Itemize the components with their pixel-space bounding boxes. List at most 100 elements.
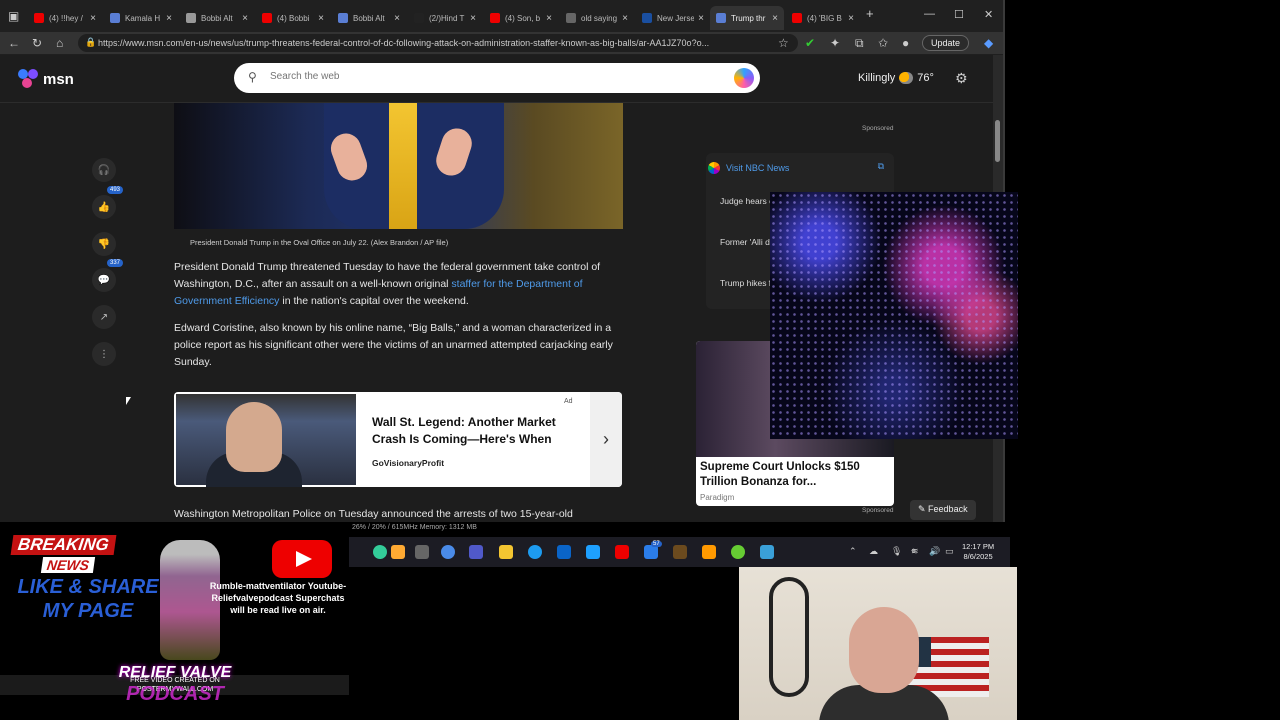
share-button[interactable]: ↗	[92, 305, 116, 329]
weather-widget[interactable]: Killingly 76°	[858, 72, 934, 84]
tab-3[interactable]: Bobbi Alt ×	[180, 6, 254, 30]
split-screen-icon[interactable]: ⧉	[855, 36, 864, 51]
edge-icon[interactable]	[528, 545, 542, 559]
youtube-icon	[34, 13, 44, 23]
sponsored-label-top: Sponsored	[862, 125, 894, 132]
show-hidden-icons-icon[interactable]: ⌃	[849, 546, 857, 557]
site-icon	[566, 13, 576, 23]
search-icon: ⚲	[248, 70, 257, 84]
promo-title[interactable]: Supreme Court Unlocks $150 Trillion Bona…	[700, 460, 894, 490]
extension-check-icon[interactable]: ✔	[805, 36, 815, 50]
messenger-icon[interactable]	[644, 545, 658, 559]
minimize-button[interactable]: —	[924, 8, 935, 20]
tab-5[interactable]: Bobbi Alt ×	[332, 6, 406, 30]
address-bar[interactable]: 🔒 https://www.msn.com/en-us/news/us/trum…	[78, 34, 798, 52]
tab-6[interactable]: (2/)Hind T ×	[408, 6, 482, 30]
snipping-tool-icon[interactable]	[760, 545, 774, 559]
article-paragraph-2: Edward Coristine, also known by his onli…	[174, 322, 613, 368]
article-paragraph-3: Washington Metropolitan Police on Tuesda…	[174, 508, 573, 520]
comment-icon: 💬	[97, 274, 111, 286]
chevron-right-icon[interactable]: ›	[590, 392, 622, 487]
copilot-icon-2[interactable]	[441, 545, 455, 559]
file-explorer-icon[interactable]	[499, 545, 513, 559]
like-button[interactable]: 👍 493	[92, 186, 124, 219]
tab-9[interactable]: New Jerse ×	[636, 6, 710, 30]
tab-4[interactable]: (4) Bobbi ×	[256, 6, 330, 30]
extensions-icon[interactable]: ✦	[830, 36, 840, 50]
close-window-button[interactable]: ✕	[984, 8, 993, 21]
ups-icon[interactable]	[673, 545, 687, 559]
favorites-icon[interactable]: ✩	[878, 36, 888, 50]
youtube-logo-icon	[272, 540, 332, 578]
close-tab-icon[interactable]: ×	[242, 13, 248, 24]
battery-icon[interactable]: ▭	[945, 546, 954, 557]
widgets-icon[interactable]	[391, 545, 405, 559]
feedback-button[interactable]: ✎ Feedback	[910, 500, 976, 520]
profile-avatar-icon[interactable]: ●	[902, 36, 909, 50]
tab-8[interactable]: old saying ×	[560, 6, 634, 30]
close-tab-icon[interactable]: ×	[318, 13, 324, 24]
search-box[interactable]: ⚲	[234, 63, 760, 93]
copilot-app-icon[interactable]	[373, 545, 387, 559]
youtube-app-icon[interactable]	[615, 545, 629, 559]
tab-strip: ▣ (4) !!hey / × Kamala H × Bobbi Alt × (4) …	[0, 0, 1003, 34]
favorite-star-icon[interactable]: ☆	[778, 36, 789, 50]
cloud-icon[interactable]: ☁	[869, 546, 878, 557]
scrollbar-thumb[interactable]	[995, 120, 1000, 162]
wifi-icon[interactable]: ≋	[911, 546, 919, 557]
site-icon	[110, 13, 120, 23]
copilot-icon[interactable]: ◆	[984, 36, 993, 50]
taskbar-clock[interactable]: 12:17 PM 8/6/2025	[962, 542, 994, 562]
ad-title[interactable]: Wall St. Legend: Another Market Crash Is…	[372, 414, 582, 448]
teams-icon[interactable]	[469, 545, 483, 559]
close-tab-icon[interactable]: ×	[622, 13, 628, 24]
nbc-header-link[interactable]: Visit NBC News	[726, 163, 789, 173]
tab-10-active[interactable]: Trump thr ×	[710, 6, 784, 30]
close-tab-icon[interactable]: ×	[394, 13, 400, 24]
close-tab-icon[interactable]: ×	[470, 13, 476, 24]
microphone-icon[interactable]: 🎙	[891, 546, 902, 557]
home-icon[interactable]: ⌂	[56, 36, 63, 50]
settings-app-icon[interactable]	[557, 545, 571, 559]
native-ad-card[interactable]: Ad Wall St. Legend: Another Market Crash…	[174, 392, 622, 487]
copilot-search-icon[interactable]	[734, 68, 754, 88]
app-w-icon[interactable]	[731, 545, 745, 559]
store-icon[interactable]	[586, 545, 600, 559]
tab-7[interactable]: (4) Son, b ×	[484, 6, 558, 30]
external-link-icon[interactable]: ⧉	[878, 161, 884, 172]
close-tab-icon[interactable]: ×	[546, 13, 552, 24]
gear-icon[interactable]: ⚙	[955, 70, 968, 87]
ad-label: Ad	[564, 398, 573, 405]
site-icon	[642, 13, 652, 23]
partly-sunny-icon	[899, 72, 914, 84]
dislike-button[interactable]: 👎	[92, 232, 116, 256]
msn-logo[interactable]: msn	[18, 69, 74, 89]
thumbs-down-icon: 👎	[97, 238, 111, 250]
comments-button[interactable]: 💬 337	[92, 259, 124, 292]
close-tab-icon[interactable]: ×	[698, 13, 704, 24]
new-tab-button[interactable]: +	[866, 6, 874, 21]
listen-button[interactable]: 🎧	[92, 158, 116, 182]
close-tab-icon[interactable]: ×	[90, 13, 96, 24]
tab-2[interactable]: Kamala H ×	[104, 6, 178, 30]
tab-actions-icon[interactable]: ▣	[8, 9, 19, 23]
task-view-icon[interactable]	[415, 545, 429, 559]
notification-badge: 57	[651, 541, 662, 547]
article-hero-image	[174, 103, 623, 229]
volume-icon[interactable]: 🔊	[929, 546, 940, 557]
screen: ▣ (4) !!hey / × Kamala H × Bobbi Alt × (4) …	[0, 0, 1280, 720]
refresh-icon[interactable]: ↻	[32, 36, 42, 50]
tab-1[interactable]: (4) !!hey / ×	[28, 6, 102, 30]
sponsored-label-bottom: Sponsored	[862, 507, 894, 514]
host-head	[849, 607, 919, 693]
maximize-button[interactable]: ☐	[954, 8, 964, 21]
back-icon[interactable]: ←	[8, 36, 20, 50]
amazon-icon[interactable]	[702, 545, 716, 559]
close-tab-icon[interactable]: ×	[166, 13, 172, 24]
search-input[interactable]	[270, 71, 720, 82]
close-tab-icon[interactable]: ×	[772, 13, 778, 24]
update-button[interactable]: Update	[922, 35, 970, 51]
more-options-button[interactable]: ⋮	[92, 342, 116, 366]
close-tab-icon[interactable]: ×	[848, 13, 854, 24]
tab-11[interactable]: (4) 'BIG B ×	[786, 6, 860, 30]
